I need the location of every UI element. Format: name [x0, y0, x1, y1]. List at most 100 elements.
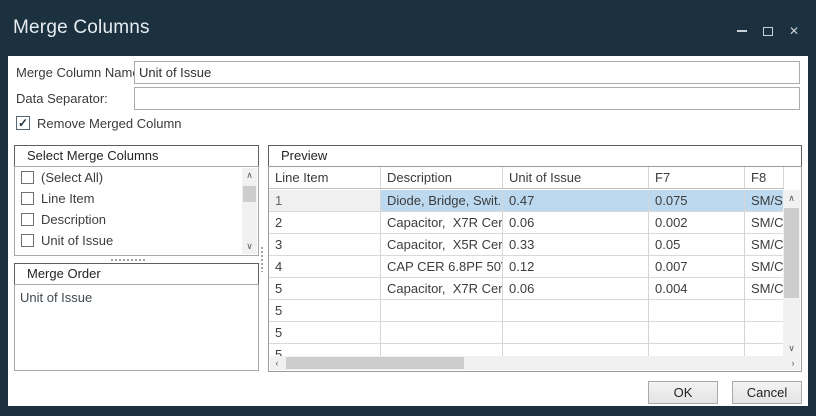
column-header[interactable]: Unit of Issue [503, 167, 649, 188]
table-cell[interactable]: SM/C [745, 234, 784, 256]
table-cell[interactable]: 0.47 [503, 190, 649, 212]
table-cell[interactable]: 5 [269, 278, 381, 300]
preview-grid-columns: Line ItemDescriptionUnit of IssueF7F8 [269, 167, 784, 189]
table-cell[interactable]: SM/C [745, 256, 784, 278]
table-cell[interactable]: Diode, Bridge, Swit... [381, 190, 503, 212]
table-cell[interactable]: 0.06 [503, 212, 649, 234]
select-merge-columns-list: (Select All)Line Item Description Unit of … [14, 166, 259, 256]
merge-column-option[interactable]: (Select All) [15, 167, 243, 188]
minimize-button[interactable] [734, 24, 750, 38]
table-row[interactable]: 1Diode, Bridge, Swit...0.470.075SM/S [269, 190, 784, 212]
scroll-up-icon[interactable]: ∧ [783, 191, 800, 206]
merge-order-item[interactable]: Unit of Issue [15, 285, 258, 305]
table-cell[interactable] [381, 344, 503, 356]
maximize-icon [763, 27, 773, 36]
table-cell[interactable]: Capacitor, X5R Cer... [381, 234, 503, 256]
table-row[interactable]: 5Capacitor, X7R Cer...0.060.004SM/C [269, 278, 784, 300]
merge-column-option-label: Description [41, 212, 106, 227]
table-cell[interactable]: 5 [269, 322, 381, 344]
table-cell[interactable]: Capacitor, X7R Cer... [381, 278, 503, 300]
table-cell[interactable]: SM/C [745, 278, 784, 300]
preview-grid: Line ItemDescriptionUnit of IssueF7F8 1D… [268, 166, 802, 372]
checkbox-icon[interactable] [21, 234, 34, 247]
merge-column-option[interactable]: Description [15, 209, 243, 230]
table-cell[interactable]: 5 [269, 344, 381, 356]
scrollbar-thumb[interactable] [243, 186, 256, 202]
table-cell[interactable]: 0.05 [649, 234, 745, 256]
ok-button[interactable]: OK [648, 381, 718, 404]
remove-merged-column-checkbox[interactable]: ✓ [16, 116, 30, 130]
table-row[interactable]: 4CAP CER 6.8PF 50V...0.120.007SM/C [269, 256, 784, 278]
checkbox-icon[interactable] [21, 255, 34, 256]
table-cell[interactable]: 3 [269, 234, 381, 256]
preview-grid-body: 1Diode, Bridge, Swit...0.470.075SM/S2Cap… [269, 190, 784, 356]
close-icon: ✕ [789, 25, 799, 37]
merge-order-items: Unit of Issue [15, 285, 258, 305]
merge-column-option[interactable] [15, 251, 243, 256]
scroll-down-icon[interactable]: ∨ [783, 341, 800, 356]
table-cell[interactable] [745, 344, 784, 356]
table-cell[interactable]: 0.33 [503, 234, 649, 256]
table-cell[interactable] [503, 322, 649, 344]
table-cell[interactable] [649, 300, 745, 322]
column-header[interactable]: Line Item [269, 167, 381, 188]
table-cell[interactable] [649, 322, 745, 344]
checkbox-icon[interactable] [21, 171, 34, 184]
table-cell[interactable]: Capacitor, X7R Cer... [381, 212, 503, 234]
table-cell[interactable]: 0.075 [649, 190, 745, 212]
table-cell[interactable]: 0.002 [649, 212, 745, 234]
horizontal-splitter-grip[interactable] [110, 258, 146, 262]
minimize-icon [737, 30, 747, 32]
table-cell[interactable]: 2 [269, 212, 381, 234]
table-cell[interactable]: CAP CER 6.8PF 50V... [381, 256, 503, 278]
window-title: Merge Columns [13, 17, 150, 39]
scrollbar-thumb[interactable] [784, 208, 799, 298]
table-cell[interactable] [745, 300, 784, 322]
scroll-left-icon[interactable]: ‹ [270, 356, 284, 370]
table-cell[interactable]: 0.12 [503, 256, 649, 278]
table-cell[interactable] [503, 300, 649, 322]
table-cell[interactable] [381, 300, 503, 322]
merge-column-option[interactable]: Unit of Issue [15, 230, 243, 251]
table-cell[interactable] [649, 344, 745, 356]
maximize-button[interactable] [760, 24, 776, 38]
scroll-down-icon[interactable]: ∨ [242, 240, 257, 253]
merge-columns-dialog: Merge Columns ✕ Merge Column Name: Data … [0, 0, 816, 416]
table-row[interactable]: 5 [269, 322, 784, 344]
table-cell[interactable]: 4 [269, 256, 381, 278]
preview-vertical-scrollbar[interactable]: ∧ ∨ [783, 190, 800, 356]
table-cell[interactable] [745, 322, 784, 344]
table-cell[interactable]: SM/S [745, 190, 784, 212]
table-row[interactable]: 2Capacitor, X7R Cer...0.060.002SM/C [269, 212, 784, 234]
preview-horizontal-scrollbar[interactable]: ‹ › [270, 356, 800, 370]
column-header[interactable]: F8 [745, 167, 784, 188]
table-cell[interactable]: 1 [269, 190, 381, 212]
table-cell[interactable]: 0.06 [503, 278, 649, 300]
column-header[interactable]: Description [381, 167, 503, 188]
table-row[interactable]: 5 [269, 344, 784, 356]
dialog-body: Merge Column Name: Data Separator: ✓ Rem… [8, 56, 808, 406]
scroll-right-icon[interactable]: › [786, 356, 800, 370]
select-list-scrollbar[interactable]: ∧ ∨ [242, 168, 257, 254]
table-row[interactable]: 3Capacitor, X5R Cer...0.330.05SM/C [269, 234, 784, 256]
scrollbar-thumb[interactable] [286, 357, 464, 369]
table-cell[interactable]: 0.004 [649, 278, 745, 300]
checkbox-icon[interactable] [21, 213, 34, 226]
vertical-splitter-grip[interactable] [260, 246, 264, 272]
table-cell[interactable]: 0.007 [649, 256, 745, 278]
merge-column-option[interactable]: Line Item [15, 188, 243, 209]
merge-column-name-label: Merge Column Name: [16, 61, 143, 84]
data-separator-input[interactable] [134, 87, 800, 110]
table-row[interactable]: 5 [269, 300, 784, 322]
scroll-up-icon[interactable]: ∧ [242, 169, 257, 182]
merge-column-name-input[interactable] [134, 61, 800, 84]
titlebar[interactable]: Merge Columns ✕ [0, 0, 816, 56]
table-cell[interactable] [381, 322, 503, 344]
table-cell[interactable]: SM/C [745, 212, 784, 234]
table-cell[interactable] [503, 344, 649, 356]
checkbox-icon[interactable] [21, 192, 34, 205]
column-header[interactable]: F7 [649, 167, 745, 188]
table-cell[interactable]: 5 [269, 300, 381, 322]
close-button[interactable]: ✕ [786, 24, 802, 38]
cancel-button[interactable]: Cancel [732, 381, 802, 404]
